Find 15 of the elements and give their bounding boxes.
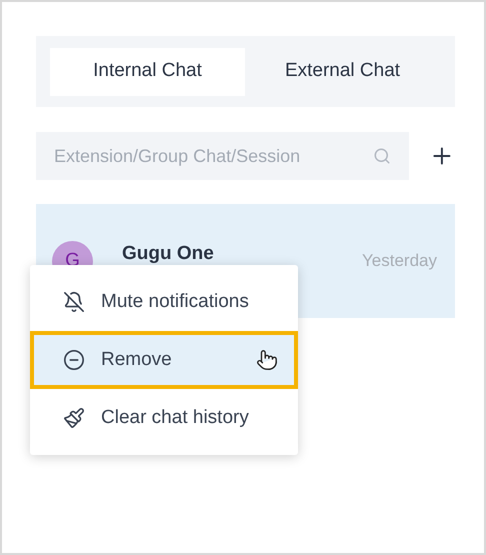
bell-off-icon	[63, 291, 85, 313]
chat-time: Yesterday	[362, 250, 437, 272]
pointer-cursor-icon	[256, 349, 278, 371]
search-field[interactable]: Extension/Group Chat/Session	[36, 132, 410, 180]
menu-label: Mute notifications	[101, 290, 249, 314]
menu-label: Clear chat history	[101, 406, 249, 430]
chat-tab[interactable]: External Chat	[245, 48, 440, 96]
menu-item[interactable]: Clear chat history	[30, 389, 298, 447]
brush-icon	[63, 407, 85, 429]
search-icon	[373, 147, 392, 165]
chat-tab[interactable]: Internal Chat	[50, 48, 245, 96]
menu-label: Remove	[101, 348, 172, 372]
menu-item[interactable]: Remove	[30, 331, 298, 389]
contact-name: Gugu One	[122, 243, 214, 264]
minus-circle-icon	[63, 349, 85, 371]
